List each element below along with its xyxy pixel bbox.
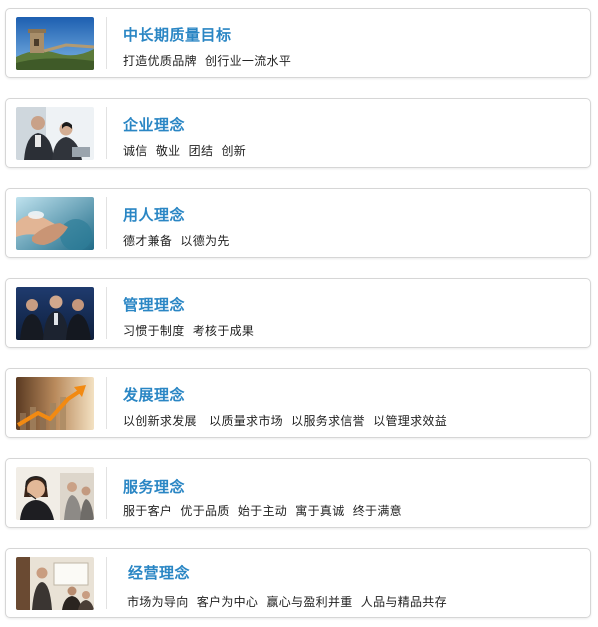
item-title: 中长期质量目标 (123, 26, 232, 44)
item-description: 打造优质品牌 创行业一流水平 (123, 54, 292, 68)
item-title: 企业理念 (123, 116, 186, 134)
item-title: 服务理念 (123, 478, 186, 496)
item-description: 诚信 敬业 团结 创新 (123, 144, 247, 158)
handshake-image (16, 197, 94, 250)
list-item: 管理理念 习惯于制度 考核于成果 (5, 278, 591, 348)
business-meeting-image (16, 557, 94, 610)
list-item: 发展理念 以创新求发展 以质量求市场 以服务求信誉 以管理求效益 (5, 368, 591, 438)
item-title: 发展理念 (123, 386, 186, 404)
item-title: 用人理念 (123, 206, 186, 224)
list-item: 经营理念 市场为导向 客户为中心 赢心与盈利并重 人品与精品共存 (5, 548, 591, 618)
divider (106, 107, 107, 159)
list-item: 用人理念 德才兼备 以德为先 (5, 188, 591, 258)
business-team-image (16, 287, 94, 340)
divider (106, 197, 107, 249)
item-description: 市场为导向 客户为中心 赢心与盈利并重 人品与精品共存 (127, 595, 447, 609)
growth-arrow-image (16, 377, 94, 430)
call-center-image (16, 467, 94, 520)
divider (106, 287, 107, 339)
list-item: 服务理念 服于客户 优于品质 始于主动 寓于真诚 终于满意 (5, 458, 591, 528)
item-title: 经营理念 (128, 564, 191, 582)
item-description: 习惯于制度 考核于成果 (123, 324, 255, 338)
item-description: 德才兼备 以德为先 (123, 234, 230, 248)
divider (106, 557, 107, 609)
item-description: 以创新求发展 以质量求市场 以服务求信誉 以管理求效益 (123, 414, 448, 428)
item-title: 管理理念 (123, 296, 186, 314)
divider (106, 17, 107, 69)
list-item: 企业理念 诚信 敬业 团结 创新 (5, 98, 591, 168)
divider (106, 377, 107, 429)
divider (106, 467, 107, 519)
item-description: 服于客户 优于品质 始于主动 寓于真诚 终于满意 (123, 504, 402, 518)
great-wall-image (16, 17, 94, 70)
business-people-image (16, 107, 94, 160)
list-item: 中长期质量目标 打造优质品牌 创行业一流水平 (5, 8, 591, 78)
